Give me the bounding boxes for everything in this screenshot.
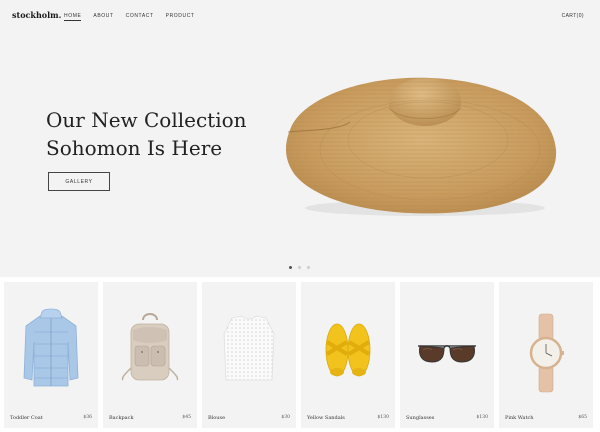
slider-dot-1[interactable] — [289, 266, 292, 269]
product-name: Yellow Sandals — [307, 415, 345, 421]
product-card[interactable]: Backpack $45 — [103, 282, 197, 428]
main-nav: HOME ABOUT CONTACT PRODUCT — [64, 13, 207, 21]
product-name: Pink Watch — [505, 415, 534, 421]
slider-dot-3[interactable] — [307, 266, 310, 269]
straw-hat-image — [285, 77, 557, 216]
product-card[interactable]: Sunglasses $130 — [400, 282, 494, 428]
cart-link[interactable]: CART(0) — [562, 13, 584, 19]
page: Our New Collection Sohomon Is Here GALLE… — [0, 0, 600, 432]
sandals-image — [325, 323, 371, 377]
product-price: $30 — [281, 415, 290, 420]
product-name: Blouse — [208, 415, 226, 421]
coat-image — [23, 308, 79, 387]
product-card[interactable]: Yellow Sandals $130 — [301, 282, 395, 428]
product-price: $45 — [182, 415, 191, 420]
product-name: Toddler Coat — [10, 415, 43, 421]
product-price: $130 — [377, 415, 389, 420]
sunglasses-image — [418, 345, 476, 363]
nav-home[interactable]: HOME — [64, 13, 82, 21]
slider-dot-2[interactable] — [298, 266, 301, 269]
product-name: Backpack — [109, 415, 134, 421]
site-header: stockholm. HOME ABOUT CONTACT PRODUCT CA… — [0, 0, 600, 34]
product-price: $130 — [476, 415, 488, 420]
watch-image — [529, 313, 564, 393]
product-card[interactable]: Pink Watch $65 — [499, 282, 593, 428]
product-card[interactable]: Toddler Coat $36 — [4, 282, 98, 428]
product-price: $65 — [578, 415, 587, 420]
nav-contact[interactable]: CONTACT — [126, 13, 154, 21]
hero-section: Our New Collection Sohomon Is Here GALLE… — [0, 0, 600, 277]
gallery-button[interactable]: GALLERY — [48, 172, 110, 191]
product-price: $36 — [83, 415, 92, 420]
hero-title-line-2: Sohomon Is Here — [46, 136, 223, 160]
backpack-image — [121, 313, 179, 381]
hero-title: Our New Collection Sohomon Is Here — [46, 106, 247, 162]
hero-title-line-1: Our New Collection — [46, 108, 247, 132]
nav-about[interactable]: ABOUT — [93, 13, 113, 21]
product-name: Sunglasses — [406, 415, 435, 421]
product-grid: Toddler Coat $36 Backpack $45 Blouse $30… — [4, 282, 596, 428]
blouse-image — [223, 315, 275, 381]
logo[interactable]: stockholm. — [12, 10, 61, 20]
nav-product[interactable]: PRODUCT — [166, 13, 195, 21]
product-card[interactable]: Blouse $30 — [202, 282, 296, 428]
slider-dots — [289, 266, 316, 269]
